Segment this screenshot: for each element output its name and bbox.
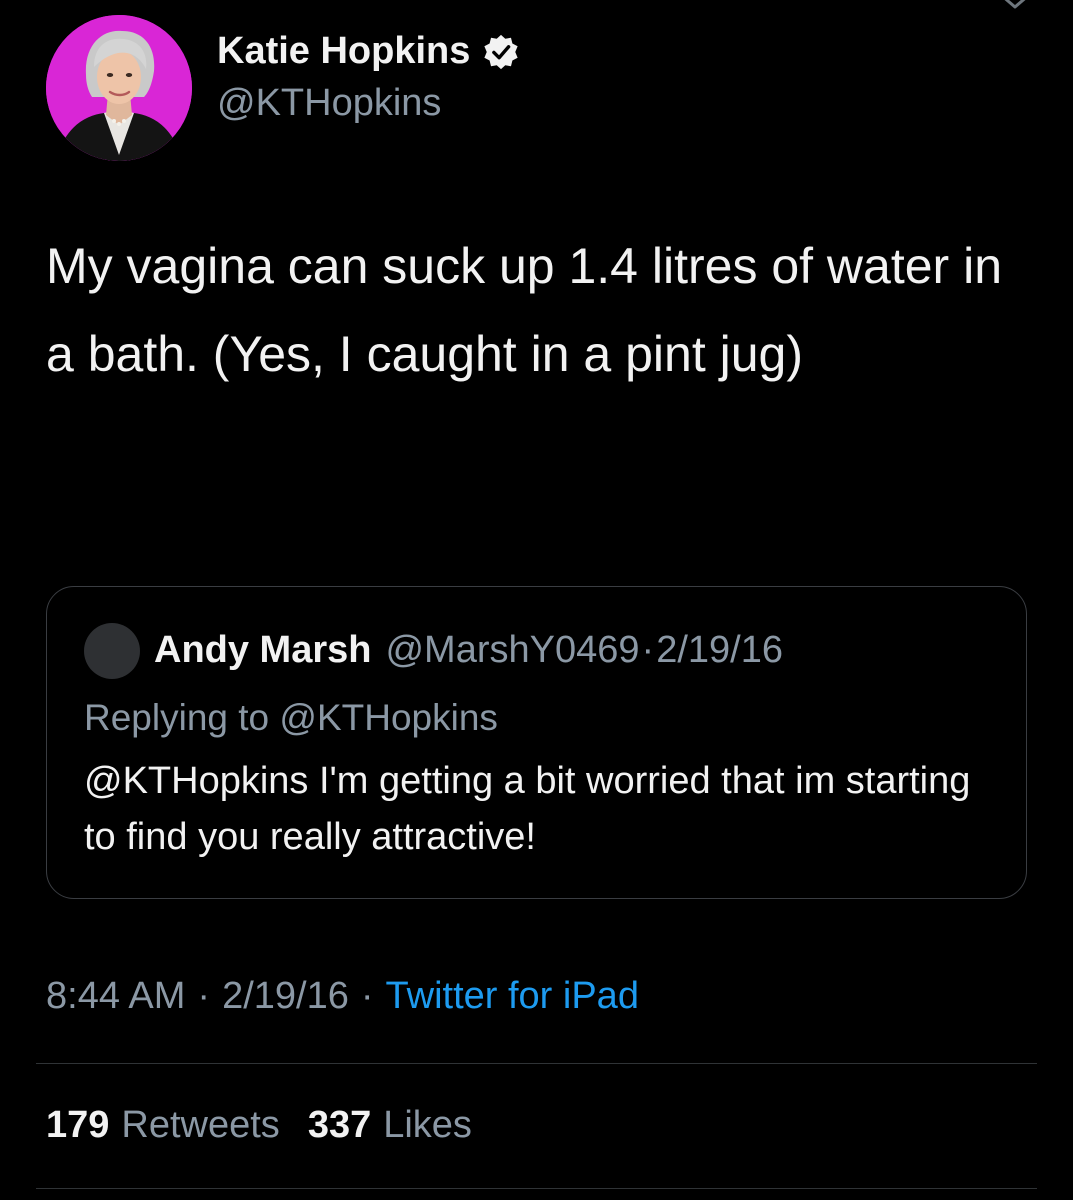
quoted-date: 2/19/16 (656, 629, 783, 671)
retweets-label: Retweets (121, 1104, 280, 1146)
divider (36, 1188, 1037, 1189)
tweet-detail: Katie Hopkins @KTHopkins My vagina can s… (0, 0, 1073, 1200)
tweet-source-link[interactable]: Twitter for iPad (386, 975, 639, 1018)
chevron-down-icon (1004, 0, 1026, 9)
quoted-tweet-card[interactable]: Andy Marsh @MarshY0469 · 2/19/16 Replyin… (46, 586, 1027, 899)
retweets-count: 179 (46, 1104, 110, 1146)
quoted-separator: · (641, 629, 655, 671)
likes-label: Likes (383, 1104, 472, 1146)
likes-count: 337 (307, 1104, 372, 1146)
author-avatar[interactable] (46, 15, 192, 161)
quoted-author-avatar[interactable] (84, 623, 140, 679)
tweet-text: My vagina can suck up 1.4 litres of wate… (46, 238, 1003, 382)
author-handle[interactable]: @KTHopkins (217, 82, 441, 125)
quoted-tweet-text: @KTHopkins I'm getting a bit worried tha… (84, 760, 971, 858)
avatar-portrait (46, 15, 192, 161)
tweet-time: 8:44 AM (46, 975, 186, 1017)
meta-separator-1: · (197, 975, 211, 1017)
tweet-options-button[interactable] (995, 0, 1035, 16)
verified-badge-icon (484, 34, 519, 69)
meta-separator-2: · (360, 975, 374, 1017)
tweet-meta: 8:44 AM · 2/19/16 · Twitter for iPad (46, 975, 639, 1018)
retweets-stat[interactable]: 179 Retweets (46, 1104, 280, 1147)
likes-stat[interactable]: 337 Likes (308, 1104, 472, 1147)
quoted-author-handle[interactable]: @MarshY0469 (385, 629, 639, 672)
author-name-text: Katie Hopkins (217, 30, 471, 72)
tweet-stats: 179 Retweets 337 Likes (46, 1104, 486, 1147)
quoted-replying-to: Replying to @KTHopkins (84, 697, 498, 738)
divider (36, 1063, 1037, 1064)
quoted-tweet-header: Andy Marsh @MarshY0469 · 2/19/16 (154, 629, 783, 672)
tweet-date: 2/19/16 (222, 975, 349, 1017)
quoted-author-name[interactable]: Andy Marsh (154, 629, 371, 672)
author-name[interactable]: Katie Hopkins (217, 30, 520, 73)
